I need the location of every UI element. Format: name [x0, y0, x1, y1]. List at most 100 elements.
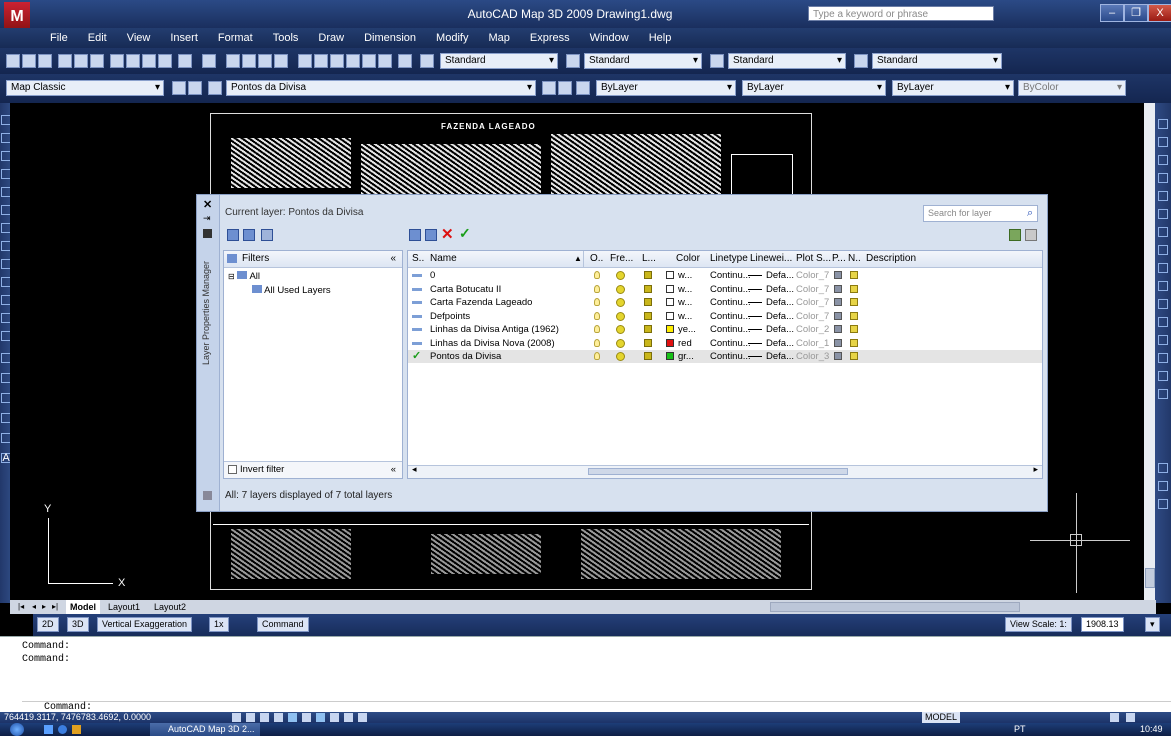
plot-printer-icon[interactable] — [834, 352, 842, 360]
layer-unlock-icon[interactable] — [644, 284, 652, 293]
restore-button[interactable]: ❐ — [1124, 4, 1148, 22]
tab-layout2[interactable]: Layout2 — [150, 600, 190, 614]
dim-style-select[interactable]: Standard — [584, 53, 702, 69]
horizontal-scrollbar[interactable]: ◂ ▸ — [408, 464, 1042, 478]
scroll-left-icon[interactable]: ◂ — [412, 464, 417, 475]
col-description[interactable]: Description — [866, 251, 916, 267]
layer-linetype[interactable]: Continu... — [710, 310, 751, 323]
layer-linetype[interactable]: Continu... — [710, 269, 751, 282]
collapse-filters-icon[interactable]: « — [390, 251, 396, 267]
layer-states-icon[interactable] — [576, 81, 590, 95]
undo-icon[interactable] — [178, 54, 192, 68]
make-current-icon[interactable] — [542, 81, 556, 95]
properties-menu-icon[interactable] — [203, 229, 212, 238]
layer-lineweight[interactable]: Defa... — [766, 283, 794, 296]
layer-linetype[interactable]: Continu... — [710, 337, 751, 350]
new-vp-freeze-icon[interactable] — [850, 271, 858, 279]
layer-on-bulb-icon[interactable] — [594, 271, 600, 279]
set-current-icon[interactable]: ✓ — [459, 225, 471, 242]
menu-express[interactable]: Express — [520, 28, 580, 48]
linetype-select[interactable]: ByLayer — [742, 80, 886, 96]
help-icon[interactable] — [398, 54, 412, 68]
layer-row[interactable]: ✓ Pontos da Divisa gr... Continu... Defa... C… — [408, 350, 1042, 363]
layer-row[interactable]: Linhas da Divisa Nova (2008) red Continu..… — [408, 337, 1042, 350]
layer-thaw-sun-icon[interactable] — [616, 338, 625, 348]
col-lineweight[interactable]: Linewei... — [750, 251, 792, 267]
col-lock[interactable]: L... — [642, 251, 656, 267]
layer-thaw-sun-icon[interactable] — [616, 284, 625, 294]
menu-file[interactable]: File — [40, 28, 78, 48]
layer-lineweight[interactable]: Defa... — [766, 296, 794, 309]
preview-icon[interactable] — [74, 54, 88, 68]
dynamic-ucs-icon[interactable] — [316, 713, 325, 722]
layer-name[interactable]: Defpoints — [430, 310, 470, 323]
layer-on-bulb-icon[interactable] — [594, 338, 600, 347]
layer-color-swatch[interactable] — [666, 284, 674, 293]
plot-printer-icon[interactable] — [834, 271, 842, 279]
layer-color-swatch[interactable] — [666, 325, 674, 333]
tab-layout1[interactable]: Layout1 — [104, 600, 144, 614]
trim-icon[interactable] — [1158, 281, 1168, 291]
layer-previous-icon[interactable] — [558, 81, 572, 95]
publish-icon[interactable] — [90, 54, 104, 68]
palette-grip-icon[interactable] — [203, 491, 212, 500]
layer-name[interactable]: Carta Fazenda Lageado — [430, 296, 532, 309]
tab-model[interactable]: Model — [66, 600, 100, 614]
layer-color-swatch[interactable] — [666, 338, 674, 347]
tree-node-all-used-layers[interactable]: All Used Layers — [252, 285, 331, 296]
layer-lineweight[interactable]: Defa... — [766, 323, 794, 336]
menu-draw[interactable]: Draw — [308, 28, 354, 48]
delete-layer-icon[interactable]: ✕ — [441, 225, 454, 243]
col-name[interactable]: Name — [430, 251, 457, 267]
dim-style-icon[interactable] — [566, 54, 580, 68]
object-snap-tracking-icon[interactable] — [302, 713, 311, 722]
layer-lineweight[interactable]: Defa... — [766, 350, 794, 363]
scroll-thumb[interactable] — [1145, 568, 1155, 588]
layer-name[interactable]: Pontos da Divisa — [430, 350, 501, 363]
command-button[interactable]: Command — [257, 617, 309, 632]
rotate-icon[interactable] — [1158, 227, 1168, 237]
ortho-mode-icon[interactable] — [260, 713, 269, 722]
plot-printer-icon[interactable] — [834, 284, 842, 293]
language-indicator[interactable]: PT — [1014, 723, 1026, 736]
menu-window[interactable]: Window — [580, 28, 639, 48]
search-icon[interactable]: ⌕ — [1027, 207, 1033, 220]
new-vp-freeze-icon[interactable] — [850, 284, 858, 293]
redo-icon[interactable] — [202, 54, 216, 68]
layer-color-name[interactable]: ye... — [678, 323, 696, 336]
layer-color-name[interactable]: w... — [678, 269, 692, 282]
minimize-button[interactable]: – — [1100, 4, 1124, 22]
open-icon[interactable] — [22, 54, 36, 68]
properties-icon[interactable] — [298, 54, 312, 68]
layer-name[interactable]: Linhas da Divisa Antiga (1962) — [430, 323, 559, 336]
layer-row[interactable]: Defpoints w... Continu... Defa... Color_7 — [408, 310, 1042, 323]
layer-row[interactable]: Carta Fazenda Lageado w... Continu... Defa.… — [408, 296, 1042, 309]
menu-tools[interactable]: Tools — [263, 28, 309, 48]
text-style-icon[interactable] — [420, 54, 434, 68]
menu-format[interactable]: Format — [208, 28, 263, 48]
zoom-realtime-icon[interactable] — [242, 54, 256, 68]
table-style-select[interactable]: Standard — [728, 53, 846, 69]
layer-color-name[interactable]: w... — [678, 283, 692, 296]
calculator-icon[interactable] — [378, 54, 392, 68]
palette-title-strip[interactable]: ✕ ⇥ Layer Properties Manager — [197, 195, 220, 511]
workspace-select[interactable]: Map Classic — [6, 80, 164, 96]
scale-icon[interactable] — [1158, 245, 1168, 255]
new-layer-vp-frozen-icon[interactable] — [425, 229, 437, 241]
coordinate-readout[interactable]: 764419.3117, 7476783.4692, 0.0000 — [4, 712, 151, 723]
layer-search-input[interactable]: Search for layer — [923, 205, 1038, 222]
copy-icon[interactable] — [126, 54, 140, 68]
markup-icon[interactable] — [362, 54, 376, 68]
copy-object-icon[interactable] — [1158, 137, 1168, 147]
layer-row[interactable]: 0 w... Continu... Defa... Color_7 — [408, 269, 1042, 282]
chamfer-icon[interactable] — [1158, 353, 1168, 363]
model-space-toggle[interactable]: MODEL — [922, 712, 961, 723]
multileader-style-select[interactable]: Standard — [872, 53, 1002, 69]
layer-unlock-icon[interactable] — [644, 311, 652, 320]
zoom-previous-icon[interactable] — [274, 54, 288, 68]
column-divider[interactable] — [583, 251, 584, 267]
layer-states-manager-icon[interactable] — [261, 229, 273, 241]
layer-color-name[interactable]: w... — [678, 296, 692, 309]
layer-name[interactable]: Linhas da Divisa Nova (2008) — [430, 337, 555, 350]
layer-on-bulb-icon[interactable] — [594, 298, 600, 306]
